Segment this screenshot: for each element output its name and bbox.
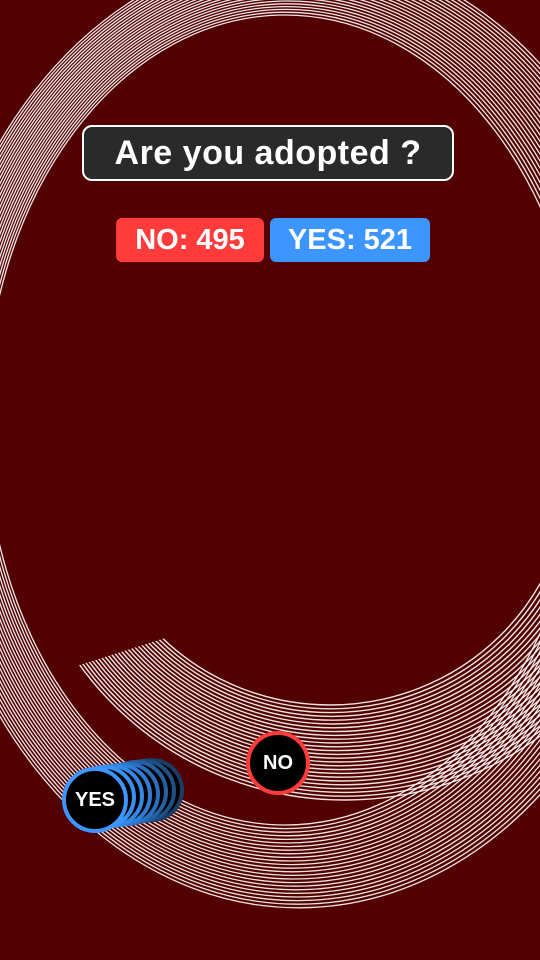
yes-ball-label: YES bbox=[74, 788, 116, 811]
yes-ball: YES bbox=[62, 767, 128, 833]
question-box: Are you adopted ? bbox=[82, 125, 454, 181]
ring-line bbox=[78, 520, 540, 721]
question-text: Are you adopted ? bbox=[114, 133, 422, 172]
ring-line bbox=[83, 520, 540, 714]
game-stage: Are you adopted ? NO: 495 YES: 521 YES N… bbox=[0, 0, 540, 960]
ring-line bbox=[41, 520, 540, 771]
ring-line bbox=[38, 520, 540, 775]
yes-score-badge: YES: 521 bbox=[270, 218, 430, 262]
ring-line bbox=[33, 520, 540, 782]
ring-line bbox=[86, 520, 540, 710]
no-ball: NO bbox=[246, 731, 310, 795]
ring-line bbox=[58, 520, 540, 748]
ring-line bbox=[80, 520, 540, 718]
ring-line bbox=[89, 520, 540, 706]
ring-line bbox=[64, 520, 540, 740]
no-score-badge: NO: 495 bbox=[116, 218, 264, 262]
ring-line bbox=[36, 520, 540, 778]
no-ball-label: NO bbox=[263, 751, 293, 774]
